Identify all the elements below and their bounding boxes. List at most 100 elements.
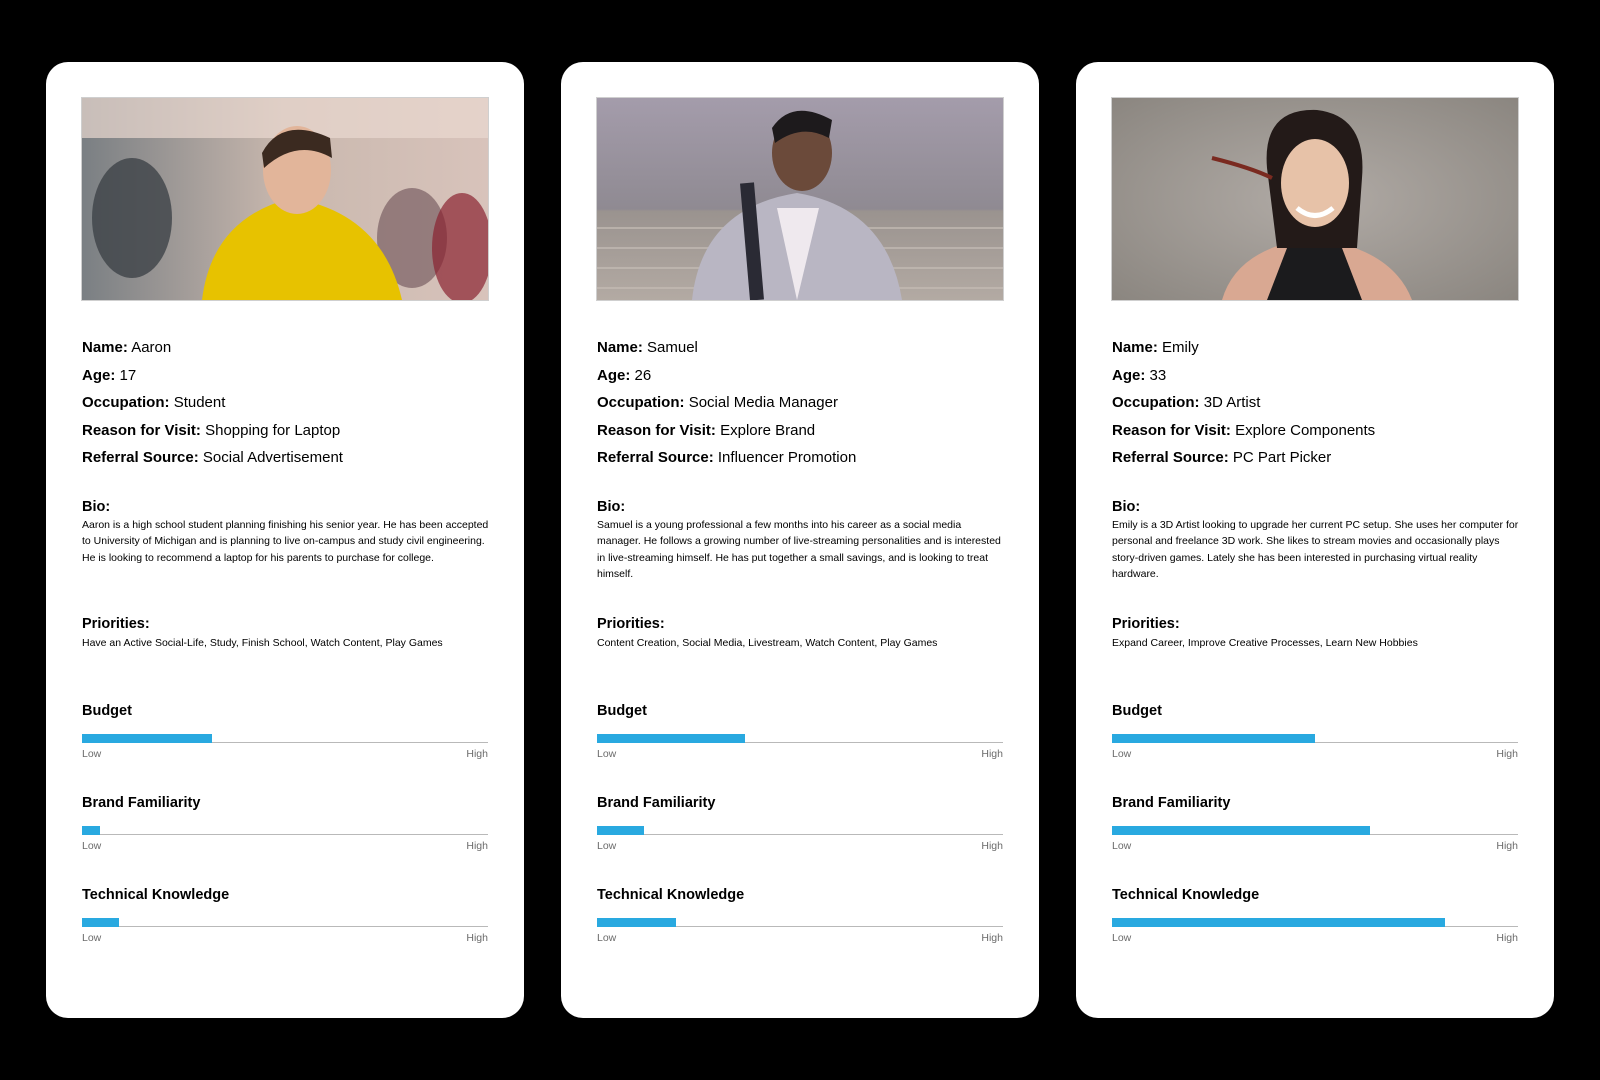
persona-board: Name: Aaron Age: 17 Occupation: Student …	[0, 0, 1600, 1080]
meter-low-label: Low	[1112, 840, 1132, 852]
field-age: Age: 33	[1112, 362, 1518, 390]
meter-low-label: Low	[597, 932, 617, 944]
budget-meter: Budget Low High	[82, 702, 488, 760]
meter-fill	[82, 826, 101, 835]
bio-text: Samuel is a young professional a few mon…	[597, 519, 1001, 580]
meter-track	[82, 825, 488, 835]
field-label: Referral Source:	[82, 449, 199, 466]
priorities-section: Priorities: Expand Career, Improve Creat…	[1112, 616, 1522, 651]
field-value: Student	[173, 394, 226, 411]
meter-high-label: High	[466, 932, 488, 944]
meter-low-label: Low	[82, 748, 102, 760]
persona-photo	[1111, 97, 1519, 301]
field-value: Influencer Promotion	[717, 449, 857, 466]
bio-title: Bio:	[597, 499, 626, 515]
persona-fields: Name: Aaron Age: 17 Occupation: Student …	[82, 334, 488, 472]
brand-familiarity-meter: Brand Familiarity Low High	[1112, 794, 1518, 852]
meter-track	[597, 733, 1003, 743]
meter-fill	[597, 918, 677, 927]
meter-low-label: Low	[82, 932, 102, 944]
persona-photo	[81, 97, 489, 301]
meter-low-label: Low	[597, 840, 617, 852]
field-label: Name:	[1112, 339, 1158, 356]
meter-high-label: High	[466, 748, 488, 760]
field-referral-source: Referral Source: PC Part Picker	[1112, 444, 1518, 472]
meter-high-label: High	[981, 748, 1003, 760]
priorities-title: Priorities:	[1112, 616, 1180, 632]
meter-title: Technical Knowledge	[82, 887, 230, 903]
bio-title: Bio:	[82, 499, 111, 515]
meter-high-label: High	[1496, 932, 1518, 944]
field-label: Occupation:	[82, 394, 170, 411]
bio-section: Bio: Aaron is a high school student plan…	[82, 499, 492, 566]
meter-high-label: High	[981, 840, 1003, 852]
field-value: Social Media Manager	[688, 394, 838, 411]
field-label: Age:	[1112, 366, 1146, 384]
field-value: 3D Artist	[1203, 394, 1261, 411]
field-value: Samuel	[647, 339, 698, 356]
field-name: Name: Emily	[1112, 334, 1518, 362]
technical-knowledge-meter: Technical Knowledge Low High	[597, 886, 1003, 944]
priorities-section: Priorities: Content Creation, Social Med…	[597, 616, 1007, 651]
field-label: Occupation:	[597, 394, 685, 411]
meter-track	[1112, 917, 1518, 927]
field-occupation: Occupation: Social Media Manager	[597, 389, 1003, 417]
meter-title: Brand Familiarity	[82, 795, 201, 811]
meter-track	[82, 733, 488, 743]
meter-high-label: High	[466, 840, 488, 852]
meter-fill	[597, 826, 644, 835]
priorities-section: Priorities: Have an Active Social-Life, …	[82, 616, 492, 651]
persona-card-aaron: Name: Aaron Age: 17 Occupation: Student …	[46, 62, 524, 1018]
field-label: Age:	[597, 366, 631, 384]
meter-title: Technical Knowledge	[1112, 887, 1260, 903]
field-value: Emily	[1162, 339, 1199, 356]
meter-fill	[82, 734, 212, 743]
meter-title: Brand Familiarity	[597, 795, 716, 811]
meter-track	[82, 917, 488, 927]
field-reason-for-visit: Reason for Visit: Explore Components	[1112, 417, 1518, 445]
meter-low-label: Low	[1112, 748, 1132, 760]
meter-fill	[1112, 918, 1445, 927]
meter-title: Brand Familiarity	[1112, 795, 1231, 811]
persona-fields: Name: Samuel Age: 26 Occupation: Social …	[597, 334, 1003, 472]
field-value: 26	[634, 366, 652, 384]
field-value: Explore Brand	[720, 421, 816, 439]
persona-fields: Name: Emily Age: 33 Occupation: 3D Artis…	[1112, 334, 1518, 472]
field-label: Reason for Visit:	[82, 421, 201, 439]
field-reason-for-visit: Reason for Visit: Shopping for Laptop	[82, 417, 488, 445]
field-label: Occupation:	[1112, 394, 1200, 411]
bio-text: Emily is a 3D Artist looking to upgrade …	[1112, 519, 1519, 580]
brand-familiarity-meter: Brand Familiarity Low High	[82, 794, 488, 852]
bio-title: Bio:	[1112, 499, 1141, 515]
priorities-title: Priorities:	[82, 616, 150, 632]
field-age: Age: 26	[597, 362, 1003, 390]
priorities-text: Have an Active Social-Life, Study, Finis…	[82, 637, 443, 649]
bio-text: Aaron is a high school student planning …	[82, 519, 489, 564]
meter-title: Budget	[597, 703, 647, 719]
persona-card-samuel: Name: Samuel Age: 26 Occupation: Social …	[561, 62, 1039, 1018]
meter-high-label: High	[1496, 840, 1518, 852]
budget-meter: Budget Low High	[597, 702, 1003, 760]
meter-track	[597, 917, 1003, 927]
brand-familiarity-meter: Brand Familiarity Low High	[597, 794, 1003, 852]
field-label: Reason for Visit:	[1112, 421, 1231, 439]
field-label: Age:	[82, 366, 116, 384]
meter-low-label: Low	[1112, 932, 1132, 944]
meter-low-label: Low	[597, 748, 617, 760]
field-value: 33	[1149, 366, 1167, 384]
priorities-text: Expand Career, Improve Creative Processe…	[1112, 637, 1418, 649]
meter-track	[1112, 825, 1518, 835]
meter-fill	[1112, 826, 1370, 835]
persona-card-emily: Name: Emily Age: 33 Occupation: 3D Artis…	[1076, 62, 1554, 1018]
field-label: Referral Source:	[597, 449, 714, 466]
field-occupation: Occupation: 3D Artist	[1112, 389, 1518, 417]
field-name: Name: Aaron	[82, 334, 488, 362]
meter-track	[597, 825, 1003, 835]
field-value: Shopping for Laptop	[205, 421, 341, 439]
meter-track-line	[597, 834, 1003, 835]
meter-track-line	[82, 926, 488, 927]
budget-meter: Budget Low High	[1112, 702, 1518, 760]
technical-knowledge-meter: Technical Knowledge Low High	[82, 886, 488, 944]
meter-low-label: Low	[82, 840, 102, 852]
field-value: Explore Components	[1235, 421, 1376, 439]
